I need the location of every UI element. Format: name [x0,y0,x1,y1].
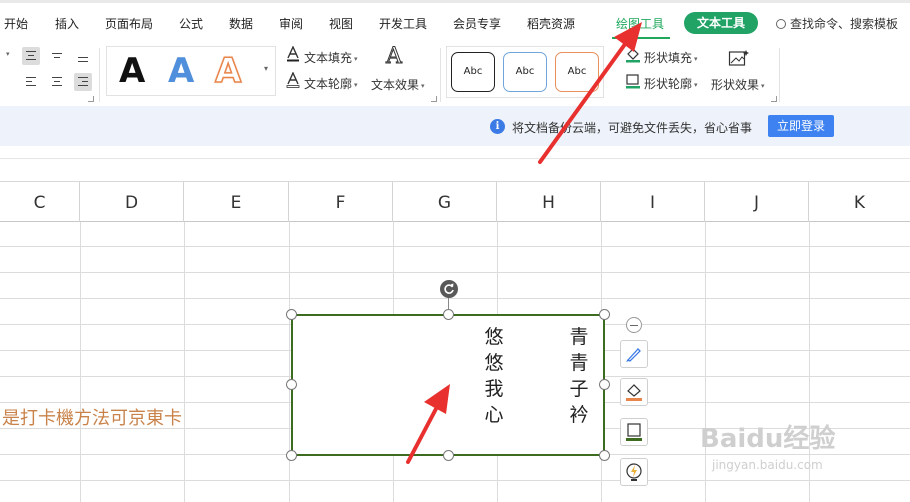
brush-icon[interactable] [620,340,648,368]
shape-style-gallery: Abc Abc Abc [446,46,604,98]
wordart-style-orange[interactable]: A [214,50,242,92]
align-left-button[interactable] [22,73,40,91]
column-header-g[interactable]: G [393,182,497,222]
minus-icon[interactable] [626,317,642,333]
align-middle-button[interactable] [48,47,66,65]
resize-handle-sw[interactable] [286,450,297,461]
column-header-k[interactable]: K [809,182,910,222]
text-effect-icon: A [386,44,403,70]
formula-bar-area [0,146,910,182]
outline-icon[interactable] [620,418,648,446]
font-dropdown-arrow[interactable]: ▾ [4,50,10,59]
text-column-left: 悠悠我心 [484,326,504,426]
ribbon-separator [99,48,100,102]
column-header-j[interactable]: J [705,182,809,222]
menu-drawing-tools[interactable]: 绘图工具 [616,15,664,32]
resize-handle-nw[interactable] [286,309,297,320]
shape-style-2[interactable]: Abc [503,52,547,92]
column-header-f[interactable]: F [289,182,393,222]
column-header-h[interactable]: H [497,182,601,222]
menu-docer[interactable]: 稻壳资源 [527,15,575,32]
search-icon [776,19,786,29]
resize-handle-e[interactable] [599,379,610,390]
baidu-watermark: Baidu经验 [700,424,836,454]
menu-review[interactable]: 审阅 [279,15,303,32]
menu-formula[interactable]: 公式 [179,15,203,32]
backup-notification-bar: i 将文档备份云端，可避免文件丢失，省心省事 立即登录 [0,106,910,146]
wordart-style-blue[interactable]: A [168,51,194,91]
text-effect-button[interactable]: 文本效果 ▾ [371,76,425,93]
spreadsheet-window: 开始 插入 页面布局 公式 数据 审阅 视图 开发工具 会员专享 稻壳资源 绘图… [0,0,910,502]
ribbon: ▾ A A A ▾ 文本填充 ▾ 文本轮廓 ▾ A 文本效果 ▾ Abc Abc Ab… [0,44,910,106]
column-header-d[interactable]: D [80,182,184,222]
title-bar-edge [0,0,910,3]
fill-bucket-icon[interactable] [620,378,648,406]
drawing-tools-underline [612,37,670,39]
resize-handle-se[interactable] [599,450,610,461]
baidu-watermark-url: jingyan.baidu.com [712,458,823,472]
text-fill-button[interactable]: 文本填充 ▾ [304,49,358,66]
vertical-text-box[interactable]: 青青子衿 悠悠我心 [291,314,605,456]
search-placeholder: 查找命令、搜索模板 [790,17,899,31]
menu-home[interactable]: 开始 [4,15,28,32]
shape-fill-icon [625,47,641,67]
wordart-style-black[interactable]: A [119,51,145,91]
menu-text-tools[interactable]: 文本工具 [684,12,758,34]
resize-handle-n[interactable] [443,309,454,320]
cell-text[interactable]: 是打卡機方法可京東卡 [2,404,182,430]
align-bottom-button[interactable] [74,47,92,65]
ribbon-separator [440,48,441,102]
column-header-row: C D E F G H I J K [0,182,910,222]
login-button[interactable]: 立即登录 [768,115,834,137]
alignment-dialog-launcher[interactable] [88,96,94,102]
shape-outline-button[interactable]: 形状轮廓 ▾ [644,75,698,92]
align-top-button[interactable] [22,47,40,65]
shape-effect-icon [728,48,750,72]
resize-handle-s[interactable] [443,450,454,461]
column-header-e[interactable]: E [184,182,289,222]
text-fill-icon [286,45,300,66]
menu-page-layout[interactable]: 页面布局 [105,15,153,32]
lightning-icon[interactable] [620,458,648,486]
shape-style-1[interactable]: Abc [451,52,495,92]
menu-developer[interactable]: 开发工具 [379,15,427,32]
shape-fill-button[interactable]: 形状填充 ▾ [644,49,698,66]
shape-outline-icon [625,73,641,93]
text-dialog-launcher[interactable] [431,96,437,102]
menu-view[interactable]: 视图 [329,15,353,32]
menu-insert[interactable]: 插入 [55,15,79,32]
command-search[interactable]: 查找命令、搜索模板 [776,15,898,32]
rotate-icon[interactable] [440,280,458,298]
align-right-button[interactable] [74,73,92,91]
align-center-button[interactable] [48,73,66,91]
shape-style-3[interactable]: Abc [555,52,599,92]
resize-handle-w[interactable] [286,379,297,390]
floating-shape-toolbar [620,314,650,494]
text-column-right: 青青子衿 [569,326,589,426]
text-outline-button[interactable]: 文本轮廓 ▾ [304,75,358,92]
shape-effect-button[interactable]: 形状效果 ▾ [711,76,765,93]
info-icon: i [490,119,505,134]
resize-handle-ne[interactable] [599,309,610,320]
ribbon-separator [779,48,780,102]
text-outline-icon [286,71,300,92]
menu-bar: 开始 插入 页面布局 公式 数据 审阅 视图 开发工具 会员专享 稻壳资源 绘图… [0,0,910,44]
shape-dialog-launcher[interactable] [771,96,777,102]
menu-member[interactable]: 会员专享 [453,15,501,32]
wordart-gallery: A A A [106,46,276,96]
column-header-i[interactable]: I [601,182,705,222]
wordart-gallery-more[interactable]: ▾ [264,64,268,73]
menu-data[interactable]: 数据 [229,15,253,32]
backup-message: 将文档备份云端，可避免文件丢失，省心省事 [512,121,753,135]
column-header-c[interactable]: C [0,182,80,222]
